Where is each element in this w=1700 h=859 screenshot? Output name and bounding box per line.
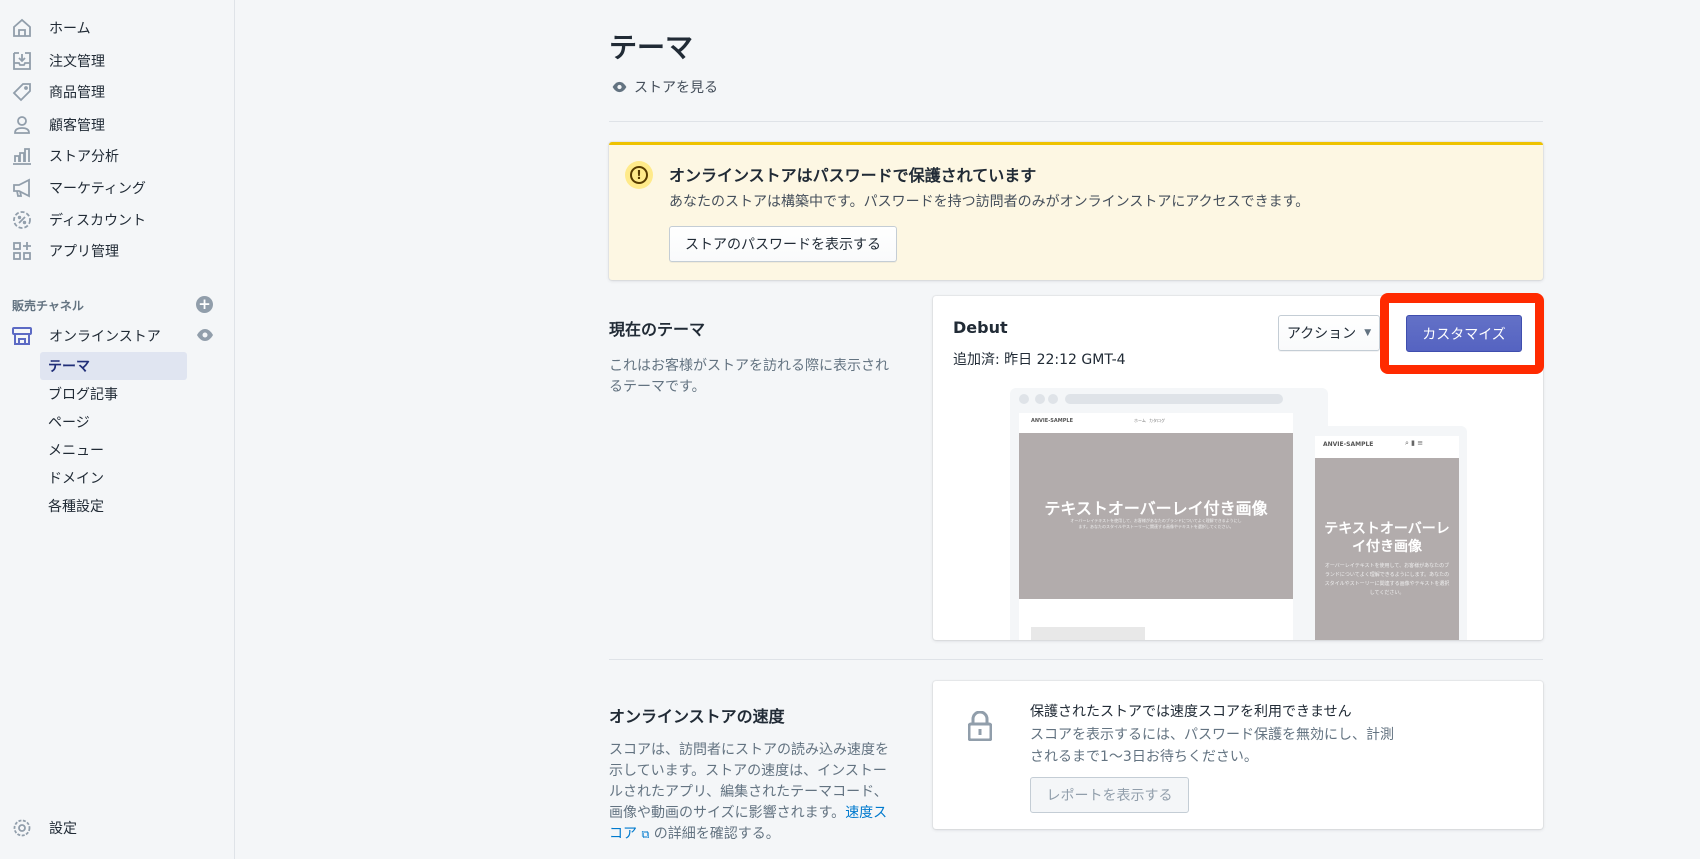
sidebar-item-label: オンラインストア: [49, 329, 161, 345]
sidebar-item-home[interactable]: ホーム: [0, 13, 235, 43]
megaphone-icon: [11, 177, 33, 199]
sidebar-subitem-domains[interactable]: ドメイン: [40, 464, 187, 492]
preview-mobile-store-name: ANVIE-SAMPLE: [1323, 441, 1374, 448]
apps-icon: [11, 240, 33, 262]
orders-icon: [11, 50, 33, 72]
sidebar-item-apps[interactable]: アプリ管理: [0, 236, 235, 266]
show-password-button[interactable]: ストアのパスワードを表示する: [669, 226, 897, 262]
sidebar-subitem-themes[interactable]: テーマ: [40, 352, 187, 380]
current-theme-description: これはお客様がストアを訪れる際に表示されるテーマです。: [609, 358, 889, 395]
speed-card-title: 保護されたストアでは速度スコアを利用できません: [1030, 704, 1352, 720]
sidebar-item-label: 注文管理: [49, 54, 105, 70]
sidebar-item-settings[interactable]: 設定: [0, 813, 235, 843]
sidebar-item-marketing[interactable]: マーケティング: [0, 173, 235, 203]
speed-card-body: スコアを表示するには、パスワード保護を無効にし、計測されるまで1〜3日お待ちくだ…: [1030, 727, 1394, 765]
sales-channels-heading: 販売チャネル: [12, 299, 84, 313]
external-link-icon: ⧉: [641, 828, 650, 841]
divider: [609, 121, 1543, 122]
sidebar-item-label: アプリ管理: [49, 244, 119, 260]
sidebar-item-analytics[interactable]: ストア分析: [0, 141, 235, 171]
theme-added-date: 追加済: 昨日 22:12 GMT-4: [953, 352, 1126, 368]
sidebar-subitem-blog[interactable]: ブログ記事: [40, 380, 187, 408]
speed-description: スコアは、訪問者にストアの読み込み速度を示しています。ストアの速度は、インストー…: [609, 740, 894, 845]
customer-icon: [11, 114, 33, 136]
speed-heading: オンラインストアの速度: [609, 707, 785, 726]
highlight-box: カスタマイズ: [1380, 293, 1544, 374]
preview-mobile-hero-text: オーバーレイテキストを使用して、お客様があなたのブランドについてよく理解できるよ…: [1324, 563, 1450, 596]
preview-nav-home: ホーム: [1134, 418, 1146, 423]
sidebar-item-label: ディスカウント: [49, 213, 147, 229]
sidebar-item-label: マーケティング: [49, 181, 146, 197]
view-report-button[interactable]: レポートを表示する: [1030, 777, 1189, 813]
lock-icon: [967, 710, 993, 745]
actions-dropdown-button[interactable]: アクション ▼: [1278, 315, 1380, 351]
sidebar-item-discounts[interactable]: ディスカウント: [0, 205, 235, 235]
view-store-eye-icon[interactable]: [196, 328, 214, 346]
sidebar: ホーム 注文管理 商品管理 顧客管理 ストア分析 マーケティング ディスカウント…: [0, 0, 235, 859]
banner-title: オンラインストアはパスワードで保護されています: [669, 166, 1037, 185]
preview-mobile-hero-title: テキストオーバーレイ付き画像: [1324, 521, 1450, 555]
divider: [609, 659, 1543, 660]
tag-icon: [11, 81, 33, 103]
sidebar-subitem-preferences[interactable]: 各種設定: [40, 492, 187, 520]
preview-nav-catalog: カタログ: [1149, 418, 1165, 423]
mobile-preview: ANVIE-SAMPLE ⌕ ▮ ≡ テキストオーバーレイ付き画像 オーバーレイ…: [1307, 426, 1467, 640]
view-store-label: ストアを見る: [634, 80, 718, 96]
sidebar-item-orders[interactable]: 注文管理: [0, 46, 235, 76]
sidebar-subitem-menus[interactable]: メニュー: [40, 436, 187, 464]
warning-icon: !: [625, 161, 653, 189]
view-store-link[interactable]: ストアを見る: [611, 77, 718, 97]
theme-name: Debut: [953, 318, 1008, 337]
preview-hero: テキストオーバーレイ付き画像 オーバーレイテキストを使用して、お客様があなたのブ…: [1019, 433, 1293, 599]
sidebar-item-label: 顧客管理: [49, 118, 105, 134]
sidebar-item-label: ホーム: [49, 21, 91, 37]
actions-label: アクション: [1286, 326, 1357, 342]
eye-icon: [612, 81, 627, 93]
page-title: テーマ: [609, 31, 694, 64]
gear-icon: [11, 817, 33, 839]
sidebar-item-label: ストア分析: [49, 149, 119, 165]
banner-body: あなたのストアは構築中です。パスワードを持つ訪問者のみがオンラインストアにアクセ…: [669, 194, 1310, 210]
preview-hero-title: テキストオーバーレイ付き画像: [1044, 499, 1268, 518]
current-theme-heading: 現在のテーマ: [609, 320, 706, 339]
home-icon: [11, 17, 33, 39]
sidebar-item-products[interactable]: 商品管理: [0, 77, 235, 107]
preview-hero-text: オーバーレイテキストを使用して、お客様があなたのブランドについてよく理解できるよ…: [1070, 518, 1242, 529]
discount-icon: [11, 209, 33, 231]
password-protection-banner: ! オンラインストアはパスワードで保護されています あなたのストアは構築中です。…: [609, 142, 1543, 280]
analytics-icon: [11, 145, 33, 167]
preview-store-name: ANVIE-SAMPLE: [1031, 418, 1073, 424]
customize-button[interactable]: カスタマイズ: [1406, 315, 1522, 352]
sidebar-item-label: 商品管理: [49, 85, 105, 101]
sidebar-subitem-pages[interactable]: ページ: [40, 408, 187, 436]
sidebar-item-label: 設定: [49, 821, 77, 837]
desktop-preview: ANVIE-SAMPLE ホーム カタログ テキストオーバーレイ付き画像 オーバ…: [1010, 388, 1328, 640]
speed-card: 保護されたストアでは速度スコアを利用できません スコアを表示するには、パスワード…: [933, 681, 1543, 829]
sidebar-item-customers[interactable]: 顧客管理: [0, 110, 235, 140]
speed-description-tail: の詳細を確認する。: [653, 826, 780, 842]
add-channel-icon[interactable]: +: [196, 296, 213, 313]
caret-down-icon: ▼: [1364, 328, 1372, 338]
store-icon: [11, 325, 33, 347]
